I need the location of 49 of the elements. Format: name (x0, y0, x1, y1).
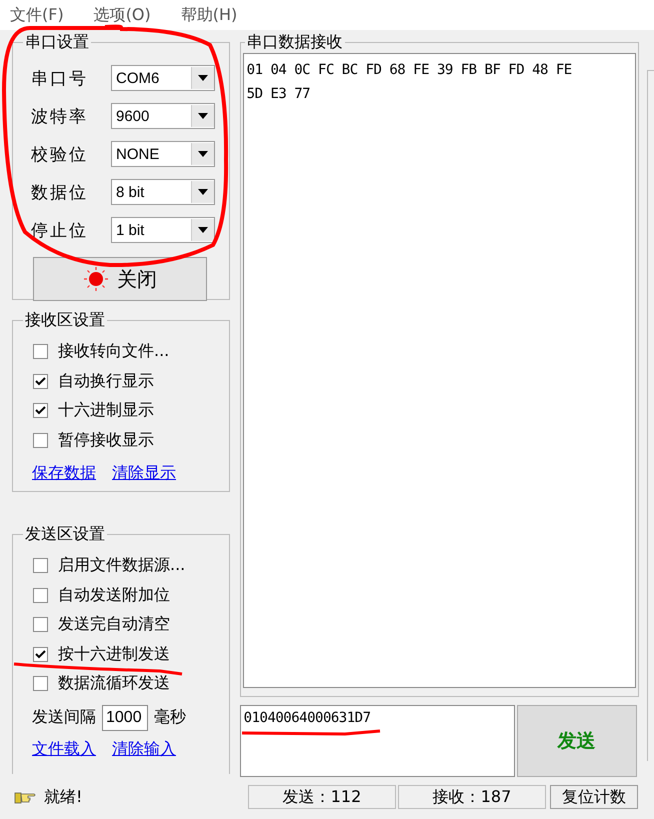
field-label: 数据位 (30, 182, 89, 204)
dropdown[interactable]: NONE (111, 141, 215, 167)
field-label: 串口号 (30, 68, 89, 90)
checkbox[interactable] (33, 403, 48, 418)
unit-label: 毫秒 (154, 707, 186, 728)
receive-text-area[interactable]: 01 04 0C FC BC FD 68 FE 39 FB BF FD 48 FE 5D E3 77 (242, 53, 636, 688)
checkbox-label[interactable]: 自动发送附加位 (58, 584, 170, 606)
checkbox-label[interactable]: 暂停接收显示 (58, 430, 154, 451)
checkbox[interactable] (33, 432, 48, 448)
checkbox-label[interactable]: 按十六进制发送 (58, 644, 170, 665)
checkbox[interactable] (33, 374, 48, 389)
dropdown[interactable]: 9600 (111, 103, 215, 129)
group-title: 接收区设置 (24, 310, 106, 331)
checkbox-label[interactable]: 十六进制显示 (58, 400, 154, 422)
link[interactable]: 保存数据 (32, 463, 96, 484)
field-label: 校验位 (30, 144, 89, 166)
checkbox[interactable] (33, 617, 48, 632)
dropdown[interactable]: 8 bit (111, 179, 215, 205)
group-title: 串口数据接收 (246, 32, 344, 53)
checkbox[interactable] (33, 344, 48, 360)
send-input-field[interactable]: 01040064000631D7 (240, 705, 515, 777)
dropdown[interactable]: COM6 (111, 65, 215, 91)
checkbox[interactable] (33, 646, 48, 662)
checkbox[interactable] (33, 558, 48, 574)
checkbox-label[interactable]: 发送完自动清空 (58, 614, 170, 636)
dropdown[interactable]: 1 bit (111, 217, 215, 243)
checkbox-label[interactable]: 启用文件数据源... (58, 555, 186, 576)
received-count: 接收：187 (398, 785, 546, 809)
checkbox-label[interactable]: 接收转向文件... (58, 341, 170, 362)
status-message: 就绪! (44, 786, 82, 808)
menu-item[interactable]: 帮助(H) (180, 4, 238, 26)
menu-item[interactable]: 文件(F) (10, 4, 64, 26)
link[interactable]: 清除输入 (112, 738, 176, 760)
sent-count: 发送：112 (248, 785, 396, 809)
checkbox-label[interactable]: 自动换行显示 (58, 370, 154, 392)
interval-label: 发送间隔 (32, 707, 96, 728)
checkbox[interactable] (33, 676, 48, 692)
close-port-button[interactable]: 关闭 (33, 257, 207, 301)
group-title: 发送区设置 (24, 524, 106, 545)
field-label: 停止位 (30, 220, 89, 242)
link[interactable]: 清除显示 (112, 463, 176, 484)
checkbox-label[interactable]: 数据流循环发送 (58, 673, 170, 694)
reset-count-button[interactable]: 复位计数 (550, 785, 638, 809)
group-title: 串口设置 (24, 32, 90, 53)
checkbox[interactable] (33, 588, 48, 603)
menu-item[interactable]: 选项(O) (94, 4, 151, 26)
link[interactable]: 文件载入 (32, 738, 96, 760)
interval-field[interactable]: 1000 (102, 704, 148, 730)
field-label: 波特率 (30, 106, 89, 128)
